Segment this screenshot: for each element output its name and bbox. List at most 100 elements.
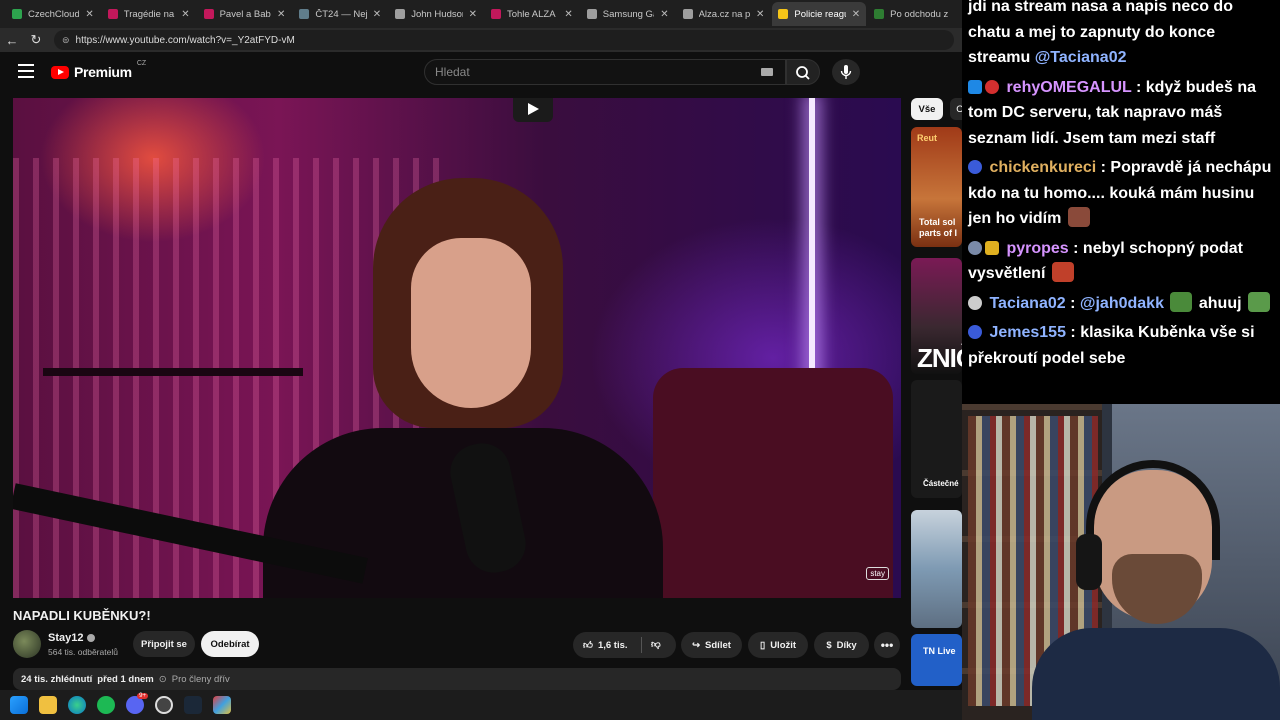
close-tab-icon[interactable]: ✕ bbox=[852, 9, 860, 20]
tab-favicon-icon bbox=[874, 9, 885, 19]
tab-favicon-icon bbox=[490, 9, 501, 19]
browser-tab[interactable]: Tragédie na pla ✕ bbox=[102, 2, 196, 26]
browser-tab[interactable]: CzechCloud St ✕ bbox=[6, 2, 100, 26]
chat-mention: @jah0dakk bbox=[1079, 294, 1164, 312]
divider bbox=[641, 637, 642, 653]
close-tab-icon[interactable]: ✕ bbox=[277, 9, 285, 20]
file-explorer-icon[interactable] bbox=[39, 696, 57, 714]
close-tab-icon[interactable]: ✕ bbox=[181, 9, 189, 20]
video-frame-face bbox=[411, 238, 531, 408]
screen: CzechCloud St ✕ Tragédie na pla ✕ Pavel a … bbox=[0, 0, 1280, 720]
browser-tab[interactable]: Alza.cz na platí ✕ bbox=[677, 2, 771, 26]
verified-icon bbox=[87, 634, 96, 642]
tab-favicon-icon bbox=[586, 9, 597, 19]
bookmark-icon: ▯ bbox=[759, 639, 766, 651]
save-label: Uložit bbox=[770, 639, 797, 651]
windows-start-icon[interactable] bbox=[10, 696, 28, 714]
channel-name-row[interactable]: Stay12 bbox=[48, 632, 96, 644]
channel-watermark[interactable]: stay bbox=[866, 567, 889, 580]
browser-tab-active[interactable]: Policie reaguje ✕ bbox=[772, 2, 867, 26]
subscribe-label: Odebírat bbox=[210, 638, 250, 650]
tab-favicon-icon bbox=[778, 9, 789, 19]
thumbnail-text: Total sol parts of I bbox=[919, 217, 958, 239]
search-placeholder: Hledat bbox=[435, 65, 470, 79]
url-text: https://www.youtube.com/watch?v=_Y2atFYD… bbox=[75, 34, 295, 46]
tab-label: Po odchodu z bbox=[890, 8, 949, 20]
youtube-logo[interactable]: Premium CZ bbox=[51, 60, 146, 80]
filter-chip-all[interactable]: Vše bbox=[911, 98, 943, 120]
dislike-icon[interactable]: 👎︎ bbox=[651, 638, 661, 650]
gem-badge-icon bbox=[968, 325, 982, 339]
steam-icon[interactable] bbox=[184, 696, 202, 714]
video-frame-chair bbox=[653, 368, 893, 598]
headphone-earcup bbox=[1076, 534, 1102, 590]
spotify-icon[interactable] bbox=[97, 696, 115, 714]
chat-username[interactable]: chickenkureci bbox=[989, 159, 1096, 176]
recommended-video-thumbnail[interactable]: TN Live bbox=[911, 634, 962, 686]
keyboard-icon[interactable] bbox=[761, 68, 773, 76]
tab-favicon-icon bbox=[203, 9, 214, 19]
url-field[interactable]: ⊜ https://www.youtube.com/watch?v=_Y2atF… bbox=[54, 30, 954, 50]
voice-search-button[interactable] bbox=[832, 59, 860, 85]
search-input[interactable]: Hledat bbox=[424, 59, 786, 85]
like-button[interactable]: 👍︎ 1,6 tis. 👎︎ bbox=[573, 632, 676, 658]
close-tab-icon[interactable]: ✕ bbox=[469, 9, 477, 20]
description-box[interactable]: 24 tis. zhlédnutí před 1 dnem ⊙ Pro člen… bbox=[13, 668, 901, 690]
recommended-video-thumbnail[interactable]: Částečné bbox=[911, 380, 962, 498]
chat-message: Jemes155 : klasika Kuběnka vše si překro… bbox=[968, 324, 1255, 367]
recommended-video-thumbnail[interactable]: ZNIČ bbox=[911, 258, 962, 374]
tab-label: CzechCloud St bbox=[28, 8, 80, 20]
save-button[interactable]: ▯ Uložit bbox=[748, 632, 808, 658]
close-tab-icon[interactable]: ✕ bbox=[85, 9, 93, 20]
close-tab-icon[interactable]: ✕ bbox=[660, 9, 668, 20]
crown-badge-icon bbox=[985, 240, 999, 255]
browser-tab[interactable]: ČT24 — Nejdů ✕ bbox=[293, 2, 387, 26]
browser-tab[interactable]: Po odchodu z bbox=[868, 2, 962, 26]
video-player[interactable]: stay bbox=[13, 98, 901, 598]
back-arrow-icon[interactable]: ← bbox=[0, 33, 24, 48]
close-tab-icon[interactable]: ✕ bbox=[756, 9, 764, 20]
edge-browser-icon[interactable] bbox=[68, 696, 86, 714]
search-button[interactable] bbox=[786, 59, 820, 85]
chip-label: Vše bbox=[918, 103, 936, 115]
close-tab-icon[interactable]: ✕ bbox=[564, 9, 572, 20]
discord-icon[interactable]: 9+ bbox=[126, 693, 148, 714]
join-label: Připojit se bbox=[141, 638, 187, 650]
thanks-label: Díky bbox=[836, 639, 857, 651]
tab-favicon-icon bbox=[12, 9, 22, 19]
site-info-icon[interactable]: ⊜ bbox=[62, 35, 70, 46]
recommended-video-thumbnail[interactable]: Reut Total sol parts of I bbox=[911, 127, 962, 247]
tab-label: John Hudson n bbox=[411, 8, 462, 20]
reload-icon[interactable]: ↻ bbox=[24, 32, 48, 48]
video-frame-light bbox=[809, 98, 815, 388]
channel-avatar[interactable] bbox=[13, 630, 41, 658]
app-icon[interactable] bbox=[213, 696, 231, 714]
more-icon: ••• bbox=[880, 638, 894, 652]
channel-name[interactable]: Stay12 bbox=[48, 632, 83, 644]
more-actions-button[interactable]: ••• bbox=[874, 632, 900, 658]
upload-date: před 1 dnem bbox=[97, 674, 154, 685]
thumbnail-text: Částečné bbox=[923, 479, 959, 488]
chat-username[interactable]: pyropes bbox=[1006, 240, 1068, 257]
browser-tab[interactable]: Tohle ALZA ho ✕ bbox=[485, 2, 579, 26]
subscribe-button[interactable]: Odebírat bbox=[201, 631, 259, 657]
browser-tab[interactable]: Pavel a Babiš v ✕ bbox=[198, 2, 292, 26]
thanks-button[interactable]: $ Díky bbox=[814, 632, 869, 658]
join-button[interactable]: Připojit se bbox=[133, 631, 195, 657]
chat-username[interactable]: Jemes155 bbox=[989, 324, 1066, 341]
chat-mention: @Taciana02 bbox=[1034, 49, 1127, 66]
chat-username[interactable]: rehyOMEGALUL bbox=[1006, 79, 1131, 96]
chat-message: pyropes : nebyl schopný podat vysvětlení bbox=[968, 239, 1243, 282]
youtube-header: Premium CZ Hledat bbox=[0, 52, 962, 92]
browser-tab[interactable]: John Hudson n ✕ bbox=[389, 2, 483, 26]
obs-icon[interactable] bbox=[155, 696, 173, 714]
chat-username[interactable]: Taciana02 bbox=[989, 295, 1065, 312]
thumbnail-badge: Reut bbox=[917, 133, 937, 143]
menu-icon[interactable] bbox=[18, 64, 34, 78]
close-tab-icon[interactable]: ✕ bbox=[373, 9, 381, 20]
webcam-feed bbox=[962, 404, 1280, 720]
tab-label: Alza.cz na platí bbox=[698, 8, 750, 20]
browser-tab[interactable]: Samsung Galax ✕ bbox=[581, 2, 675, 26]
recommended-video-thumbnail[interactable] bbox=[911, 510, 962, 628]
share-button[interactable]: ↪ Sdílet bbox=[681, 632, 742, 658]
